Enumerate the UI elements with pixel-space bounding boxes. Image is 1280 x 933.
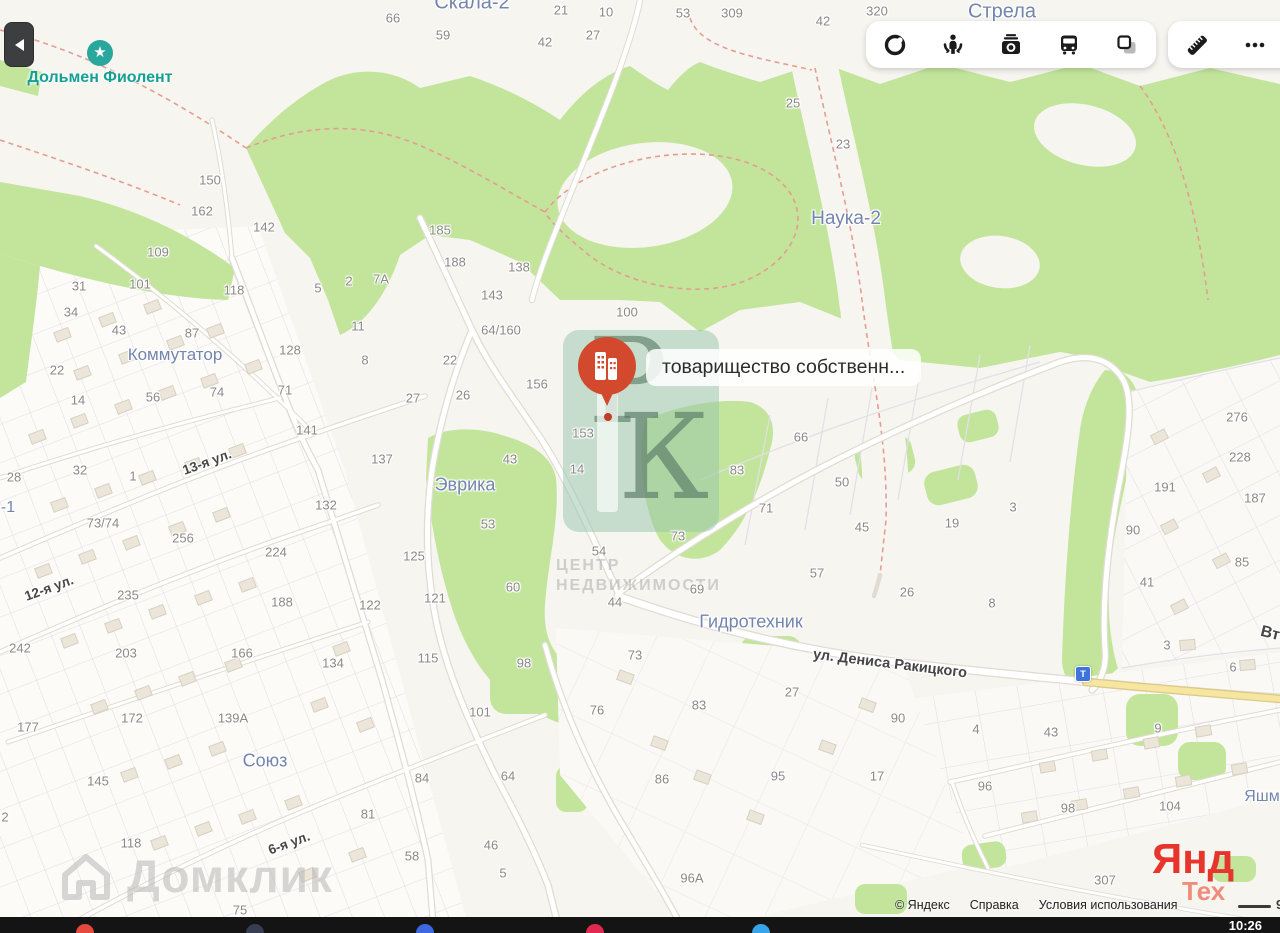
layers-button[interactable] (1098, 21, 1156, 68)
domclick-text: Домклик (127, 850, 333, 902)
organization-pin[interactable] (570, 330, 646, 431)
star-icon: ★ (87, 40, 113, 66)
taskbar[interactable]: 10:26 (0, 917, 1280, 933)
transport-button[interactable] (1040, 21, 1098, 68)
app-icon[interactable] (246, 924, 264, 933)
photos-button[interactable] (982, 21, 1040, 68)
back-button[interactable] (4, 22, 34, 67)
copyright-link[interactable]: © Яндекс (895, 898, 950, 912)
help-link[interactable]: Справка (970, 898, 1019, 912)
poi-label: Дольмен Фиолент (27, 69, 173, 86)
house-icon (62, 854, 110, 900)
watermark-agency: ЦЕНТР НЕДВИЖИМОСТИ (556, 556, 721, 596)
terms-link[interactable]: Условия использования (1039, 898, 1178, 912)
app-icon[interactable] (416, 924, 434, 933)
camera-icon (1002, 33, 1020, 54)
map-toolbar (866, 21, 1156, 68)
street-view-icon (943, 34, 963, 54)
street-view-button[interactable] (924, 21, 982, 68)
ruler-button[interactable] (1168, 21, 1226, 68)
map-view: Р К ЦЕНТР НЕДВИЖИМОСТИ Домклик 665921104… (0, 0, 1280, 933)
app-icon[interactable] (586, 924, 604, 933)
scale-value: 9 (1276, 897, 1280, 912)
layers-icon (1117, 34, 1136, 53)
ellipsis-icon (1245, 42, 1265, 47)
panorama-icon (884, 34, 906, 55)
more-button[interactable] (1226, 21, 1280, 68)
app-icon[interactable] (752, 924, 770, 933)
ad-line1: Янд (1152, 835, 1235, 882)
agency-line2: НЕДВИЖИМОСТИ (556, 577, 721, 594)
watermark-domclick: Домклик (55, 845, 333, 907)
transit-stop-icon[interactable]: Т (1075, 666, 1091, 682)
scale-line (1238, 905, 1271, 908)
bus-icon (1061, 35, 1077, 54)
taskbar-time: 10:26 (1228, 918, 1262, 933)
marker-label-bubble[interactable]: товарищество собственн... (646, 349, 922, 386)
agency-line1: ЦЕНТР (556, 557, 621, 574)
app-icon[interactable] (76, 924, 94, 933)
panorama-button[interactable] (866, 21, 924, 68)
map-attribution: © Яндекс Справка Условия использования (895, 898, 1178, 912)
chevron-left-icon (9, 38, 24, 51)
ad-line2: Тех (1182, 876, 1226, 906)
map-tools-toolbar (1168, 21, 1280, 68)
ruler-icon (1187, 35, 1207, 55)
yandex-ad-logo: Янд Тех (1152, 835, 1235, 906)
